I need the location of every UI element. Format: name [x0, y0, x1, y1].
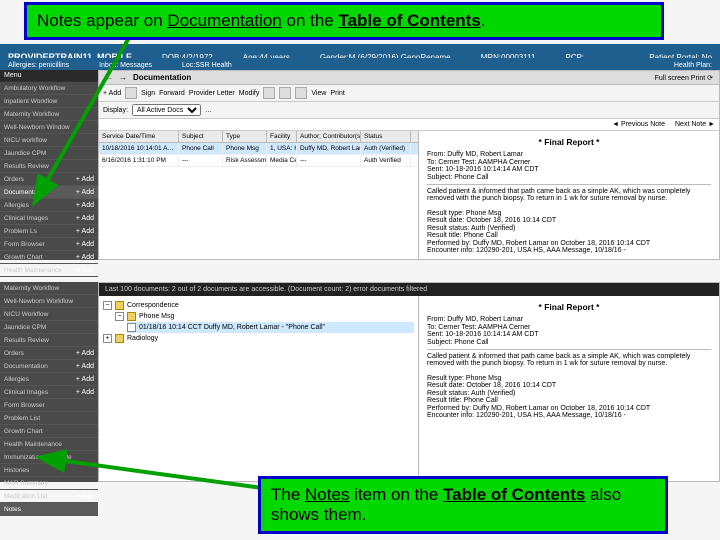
sidebar-item-orders[interactable]: Orders+ Add	[0, 347, 98, 360]
add-button[interactable]: + Add	[76, 389, 94, 396]
folder-icon	[115, 334, 124, 343]
status-filter-bar: Last 100 documents: 2 out of 2 documents…	[99, 283, 719, 296]
prev-note-button[interactable]: ◄ Previous Note	[612, 121, 665, 128]
collapse-icon[interactable]: −	[103, 301, 112, 310]
sidebar-item-problem-ls[interactable]: Problem Ls+ Add	[0, 225, 98, 238]
sidebar-item-allergies[interactable]: Allergies+ Add	[0, 373, 98, 386]
collapse-icon[interactable]: −	[115, 312, 124, 321]
report-body: Called patient & informed that path came…	[427, 188, 711, 202]
print-button[interactable]: Print	[330, 90, 344, 97]
tab-actions[interactable]: Full screen Print ⟳	[655, 74, 713, 82]
sidebar-item-jaundice-cpm[interactable]: Jaundice CPM	[0, 321, 98, 334]
add-button[interactable]: + Add	[76, 241, 94, 248]
add-button[interactable]: + Add	[76, 363, 94, 370]
arrow-to-documentation	[40, 36, 160, 211]
report-panel-2: * Final Report * From: Duffy MD, Robert …	[419, 296, 719, 481]
sidebar-item-form-browser[interactable]: Form Browser+ Add	[0, 238, 98, 251]
sidebar-item-growth-chart[interactable]: Growth Chart	[0, 425, 98, 438]
report-title: * Final Report *	[427, 137, 711, 147]
modify-button[interactable]: Modify	[239, 90, 260, 97]
tree-node[interactable]: −Phone Msg	[115, 311, 414, 322]
folder-icon	[127, 312, 136, 321]
doc-content-split: Service Date/Time Subject Type Facility …	[99, 131, 719, 259]
callout-bottom: The Notes item on the Table of Contents …	[258, 476, 668, 534]
expand-icon[interactable]: +	[103, 334, 112, 343]
tool-icon[interactable]	[263, 87, 275, 99]
document-icon	[127, 323, 136, 332]
tree-doc-node[interactable]: 01/18/16 10:14 CCT Duffy MD, Robert Lama…	[127, 322, 414, 333]
add-button[interactable]: + Add	[76, 254, 94, 261]
forward-button[interactable]: Forward	[159, 90, 185, 97]
callout-text: The Notes item on the Table of Contents …	[271, 485, 621, 524]
view-label[interactable]: View	[311, 90, 326, 97]
tree-node[interactable]: −Correspondence	[103, 300, 414, 311]
sidebar-item-maternity-workflow[interactable]: Maternity Workflow	[0, 282, 98, 295]
provider-letter-button[interactable]: Provider Letter	[189, 90, 235, 97]
sidebar-item-form-browser[interactable]: Form Browser	[0, 399, 98, 412]
next-note-button[interactable]: Next Note ►	[675, 121, 715, 128]
tool-icon[interactable]	[279, 87, 291, 99]
tool-icon[interactable]	[295, 87, 307, 99]
add-button[interactable]: + Add	[76, 215, 94, 222]
display-filter-row: Display: All Active Docs …	[99, 102, 719, 119]
display-more-button[interactable]: …	[205, 107, 212, 114]
add-button[interactable]: + Add	[76, 350, 94, 357]
arrow-to-notes	[52, 440, 272, 505]
report-panel: * Final Report * From: Duffy MD, Robert …	[419, 131, 719, 259]
callout-text: Notes appear on Documentation on the Tab…	[37, 11, 486, 30]
sidebar-item-problem-list[interactable]: Problem List	[0, 412, 98, 425]
add-button[interactable]: + Add	[76, 376, 94, 383]
sidebar-item-documentation[interactable]: Documentation+ Add	[0, 360, 98, 373]
folder-icon	[115, 301, 124, 310]
doc-tab-header: ← → Documentation Full screen Print ⟳	[99, 71, 719, 85]
add-button[interactable]: + Add	[76, 228, 94, 235]
note-nav-row: ◄ Previous Note Next Note ►	[99, 119, 719, 131]
sidebar-item-well-newborn-workflow[interactable]: Well-Newborn Workflow	[0, 295, 98, 308]
tree-node[interactable]: +Radiology	[103, 333, 414, 344]
sidebar-item-nicu-workflow[interactable]: NICU Workflow	[0, 308, 98, 321]
sidebar-item-health-maintenance[interactable]: Health Maintenance+ Add	[0, 264, 98, 277]
callout-top: Notes appear on Documentation on the Tab…	[24, 2, 664, 40]
add-button[interactable]: + Add	[76, 267, 94, 274]
report-title: * Final Report *	[427, 302, 711, 312]
sidebar-item-clinical-images[interactable]: Clinical Images+ Add	[0, 212, 98, 225]
sidebar-item-growth-chart[interactable]: Growth Chart+ Add	[0, 251, 98, 264]
sidebar-item-clinical-images[interactable]: Clinical Images+ Add	[0, 386, 98, 399]
doc-toolbar: + Add Sign Forward Provider Letter Modif…	[99, 85, 719, 102]
main-panel: ← → Documentation Full screen Print ⟳ + …	[98, 70, 720, 260]
sidebar-item-results-review[interactable]: Results Review	[0, 334, 98, 347]
